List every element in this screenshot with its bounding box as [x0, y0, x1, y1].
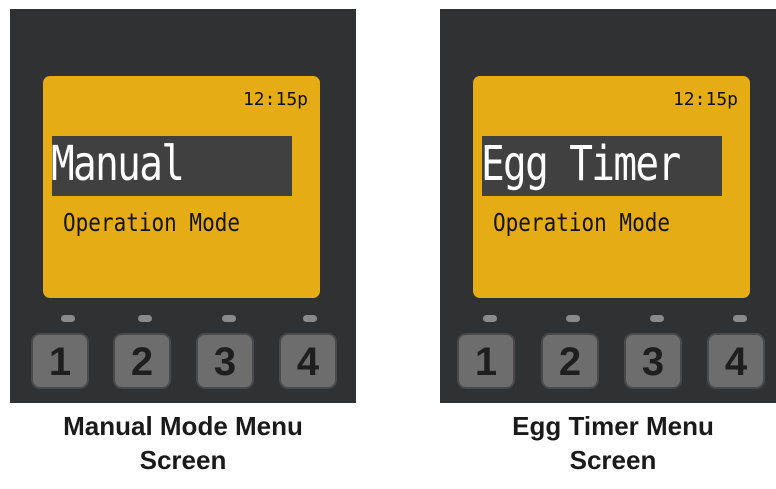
button-4[interactable]: 4: [707, 333, 765, 389]
clock-display: 12:15p: [242, 89, 308, 110]
led-indicator-4: [733, 315, 747, 322]
button-3[interactable]: 3: [624, 333, 682, 389]
led-indicator-2: [138, 315, 152, 322]
led-indicator-3: [650, 315, 664, 322]
mode-name: Manual: [51, 136, 185, 192]
caption-line-2: Screen: [569, 445, 657, 475]
clock-display: 12:15p: [672, 89, 738, 110]
egg-timer-device-panel: 12:15p Egg Timer Operation Mode 1 2 3 4: [440, 9, 776, 403]
button-4[interactable]: 4: [279, 333, 337, 389]
caption-line-1: Manual Mode Menu: [63, 411, 303, 441]
operation-mode-label: Operation Mode: [63, 208, 241, 237]
lcd-screen: 12:15p Egg Timer Operation Mode: [473, 76, 750, 298]
manual-mode-caption: Manual Mode Menu Screen: [13, 409, 353, 477]
button-1[interactable]: 1: [457, 333, 515, 389]
mode-name: Egg Timer: [481, 136, 681, 192]
led-indicator-2: [566, 315, 580, 322]
led-indicator-1: [61, 315, 75, 322]
manual-mode-device-panel: 12:15p Manual Operation Mode 1 2 3 4: [10, 9, 356, 403]
lcd-screen: 12:15p Manual Operation Mode: [43, 76, 320, 298]
led-indicator-1: [483, 315, 497, 322]
egg-timer-caption: Egg Timer Menu Screen: [443, 409, 776, 477]
led-indicator-3: [222, 315, 236, 322]
button-3[interactable]: 3: [196, 333, 254, 389]
operation-mode-label: Operation Mode: [493, 208, 671, 237]
button-1[interactable]: 1: [31, 333, 89, 389]
button-2[interactable]: 2: [541, 333, 599, 389]
button-2[interactable]: 2: [113, 333, 171, 389]
caption-line-1: Egg Timer Menu: [512, 411, 714, 441]
led-indicator-4: [303, 315, 317, 322]
caption-line-2: Screen: [139, 445, 227, 475]
